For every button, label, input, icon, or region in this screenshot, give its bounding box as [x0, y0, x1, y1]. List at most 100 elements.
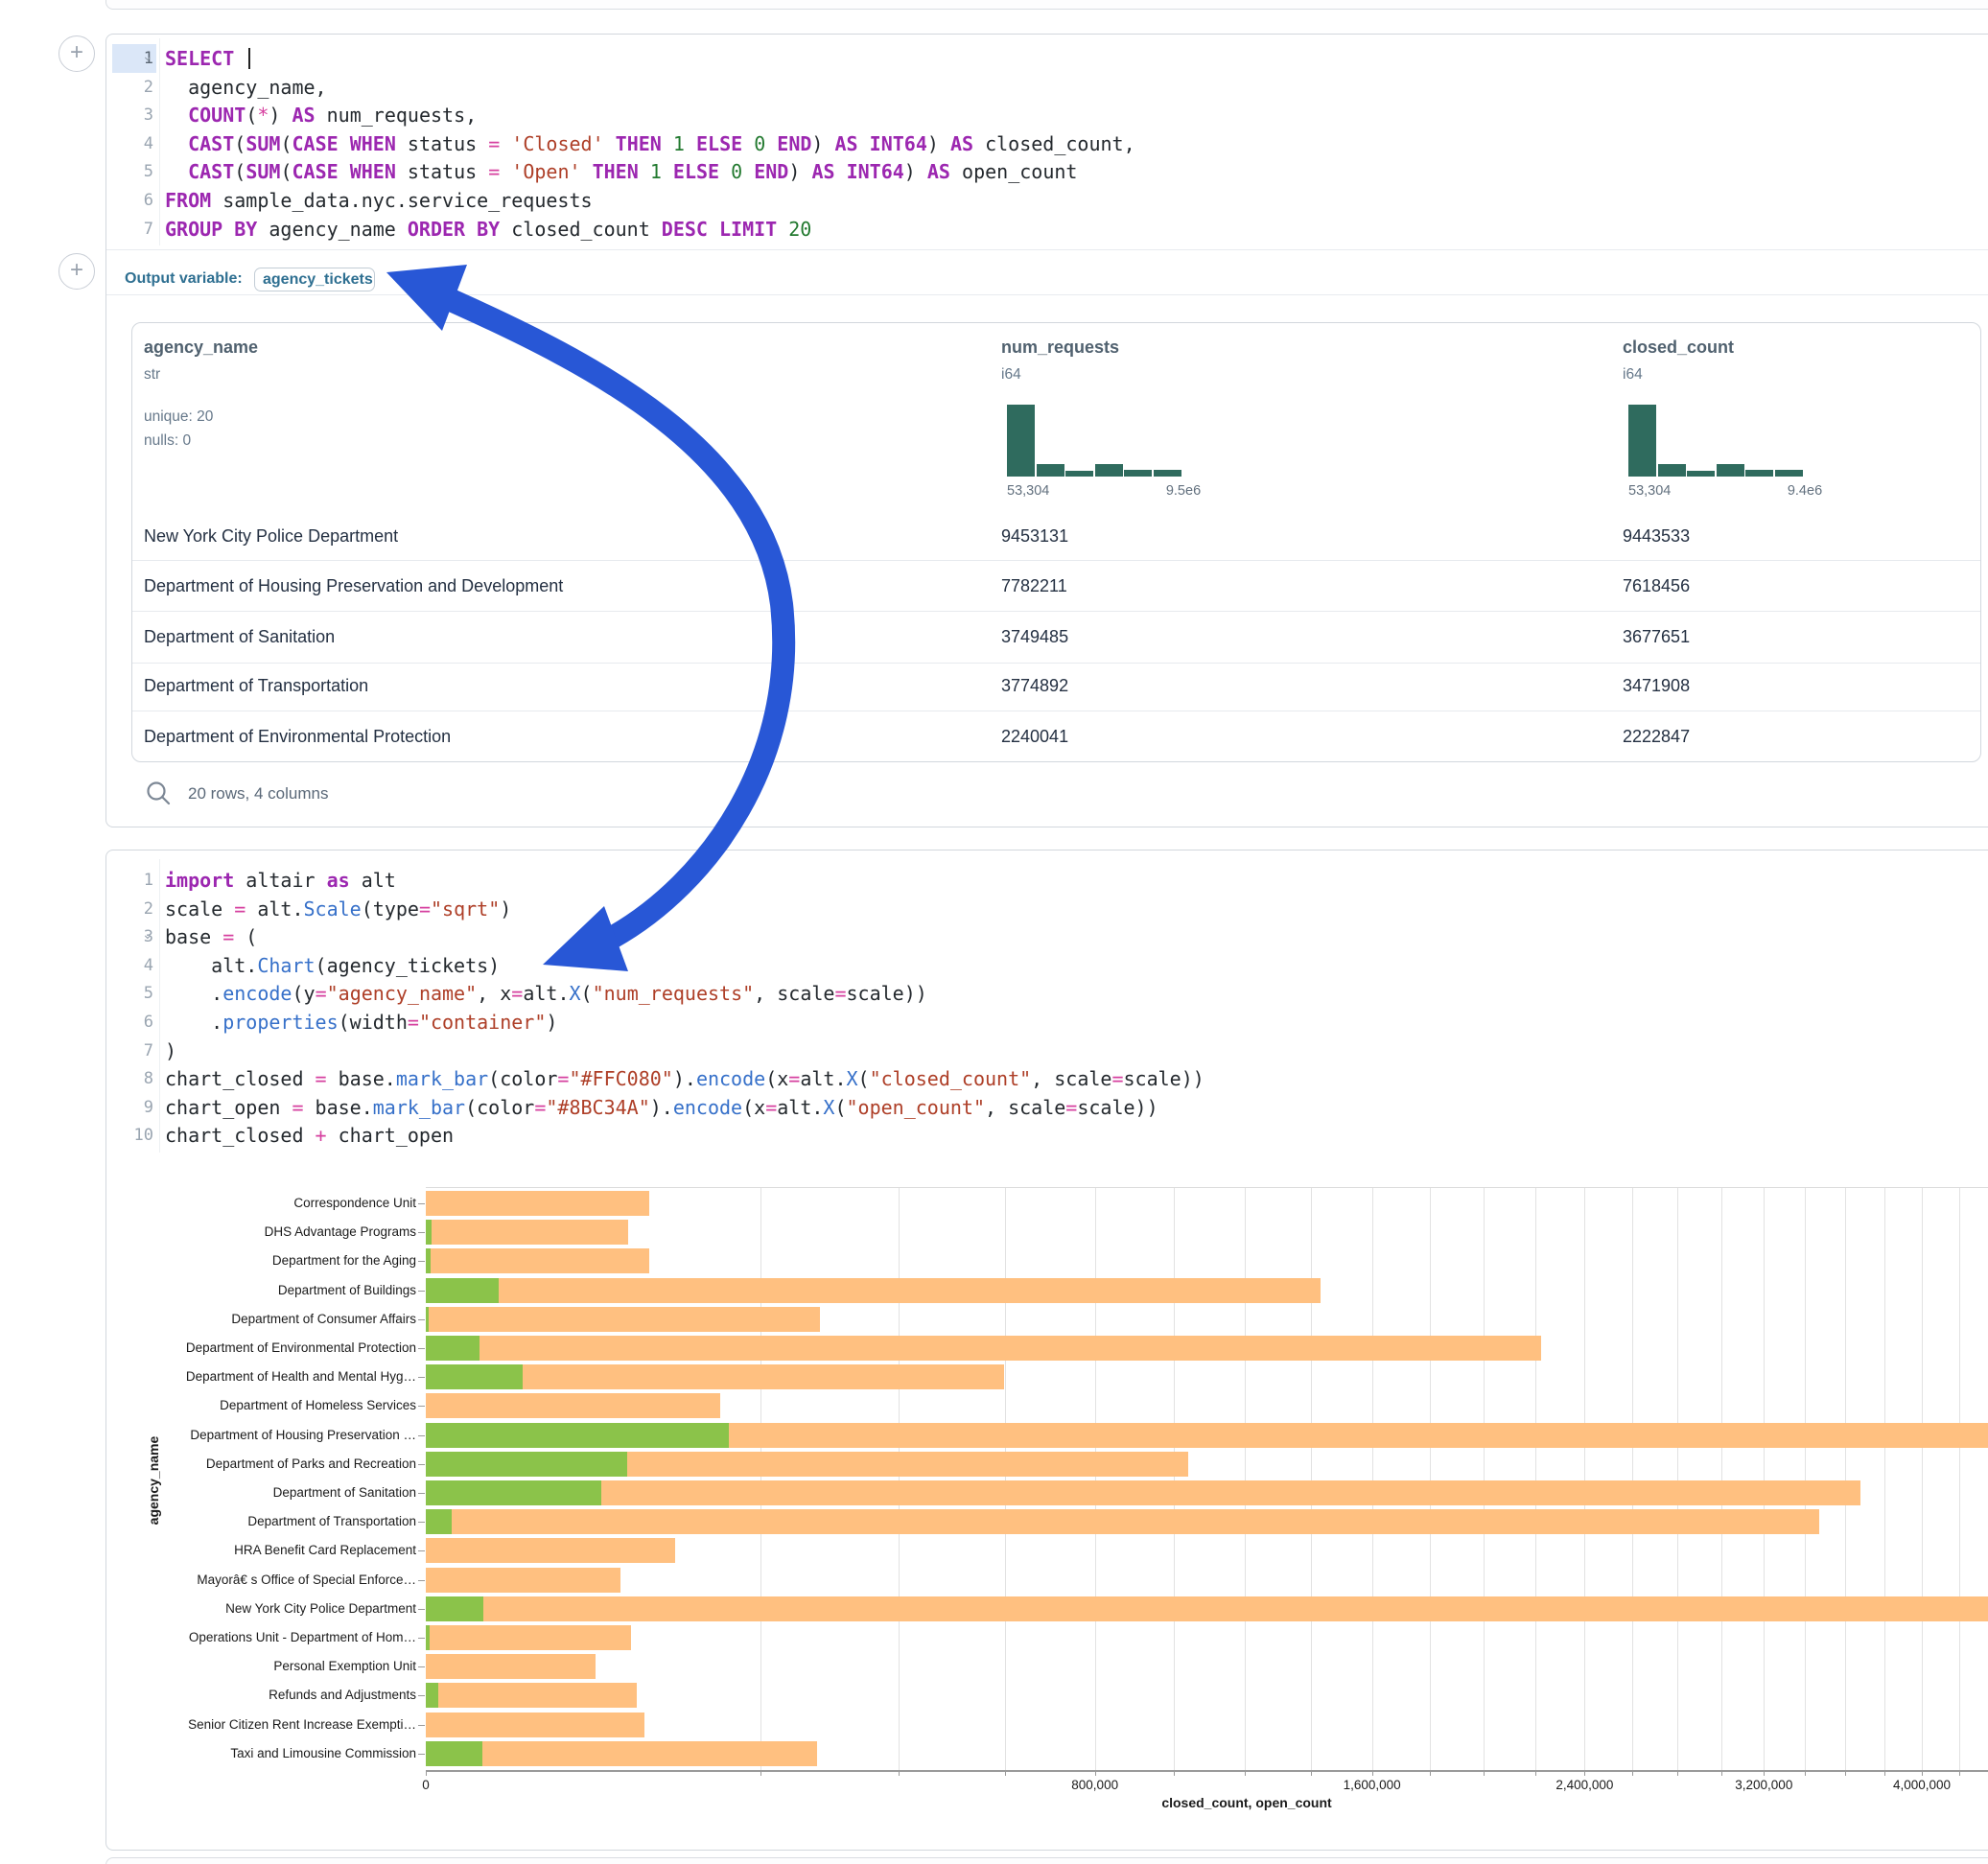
bar-closed-count [426, 1480, 1860, 1505]
x-axis-tick-label: 4,000,000 [1893, 1778, 1951, 1792]
x-axis-tick [1372, 1771, 1373, 1776]
next-cell-edge [105, 1857, 1988, 1864]
y-axis-label: Department of Homeless Services [129, 1398, 416, 1412]
y-axis-label: Refunds and Adjustments [129, 1688, 416, 1702]
y-axis-label: HRA Benefit Card Replacement [129, 1543, 416, 1557]
y-axis-tick [418, 1609, 425, 1610]
gridline [1005, 1188, 1006, 1770]
gridline [1174, 1188, 1175, 1770]
y-axis-tick [418, 1550, 425, 1551]
bar-closed-count [426, 1654, 596, 1679]
y-axis-tick [418, 1261, 425, 1262]
gridline [1805, 1188, 1806, 1770]
bar-open-count [426, 1480, 601, 1505]
x-axis-tick [1584, 1771, 1585, 1776]
x-axis-tick [1535, 1771, 1536, 1776]
y-axis-label: Department of Buildings [129, 1283, 416, 1297]
gridline [1677, 1188, 1678, 1770]
y-axis-label: Senior Citizen Rent Increase Exempti… [129, 1717, 416, 1732]
x-axis-tick [1484, 1771, 1485, 1776]
x-axis-tick [1884, 1771, 1885, 1776]
bar-closed-count [426, 1741, 817, 1766]
bar-open-count [426, 1509, 452, 1534]
gridline [899, 1188, 900, 1770]
gridline [1764, 1188, 1765, 1770]
y-axis-label: Mayorâ€ s Office of Special Enforce… [129, 1573, 416, 1587]
x-axis-tick [1805, 1771, 1806, 1776]
gridline [1584, 1188, 1585, 1770]
y-axis-tick [418, 1435, 425, 1436]
x-axis-tick [1922, 1771, 1923, 1776]
x-axis-tick [1764, 1771, 1765, 1776]
bar-closed-count [426, 1713, 644, 1737]
x-axis-tick [899, 1771, 900, 1776]
y-axis-label: Taxi and Limousine Commission [129, 1746, 416, 1760]
x-axis-tick [1245, 1771, 1246, 1776]
bar-open-count [426, 1248, 431, 1273]
bar-open-count [426, 1423, 729, 1448]
plot-top-border [426, 1187, 1988, 1188]
y-axis-label: Correspondence Unit [129, 1196, 416, 1210]
bar-closed-count [426, 1278, 1321, 1303]
x-axis-tick [1005, 1771, 1006, 1776]
bar-open-count [426, 1452, 627, 1477]
gridline [1884, 1188, 1885, 1770]
y-axis-label: Department of Parks and Recreation [129, 1456, 416, 1471]
y-axis-tick [418, 1406, 425, 1407]
bar-closed-count [426, 1336, 1541, 1361]
bar-closed-count [426, 1393, 720, 1418]
x-axis-tick-label: 1,600,000 [1344, 1778, 1401, 1792]
y-axis-tick [418, 1666, 425, 1667]
gridline [1959, 1188, 1960, 1770]
x-axis-tick-label: 0 [422, 1778, 430, 1792]
y-axis-tick [418, 1493, 425, 1494]
x-axis-line [426, 1770, 1988, 1772]
y-axis-label: Personal Exemption Unit [129, 1659, 416, 1673]
y-axis-tick [418, 1464, 425, 1465]
bar-closed-count [426, 1683, 637, 1708]
x-axis-tick [1174, 1771, 1175, 1776]
bar-closed-count [426, 1538, 675, 1563]
gridline [1484, 1188, 1485, 1770]
notebook-page: + + 1⌄SELECT2 agency_name,3 COUNT(*) AS … [0, 0, 1988, 1864]
y-axis-tick [418, 1203, 425, 1204]
y-axis-label: Department of Environmental Protection [129, 1340, 416, 1355]
y-axis-label: Operations Unit - Department of Hom… [129, 1630, 416, 1644]
y-axis-tick [418, 1695, 425, 1696]
x-axis-tick-label: 800,000 [1071, 1778, 1118, 1792]
y-axis-tick [418, 1754, 425, 1755]
bar-open-count [426, 1364, 523, 1389]
chart-x-axis-title: closed_count, open_count [1161, 1795, 1331, 1810]
x-axis-tick [1430, 1771, 1431, 1776]
gridline [1372, 1188, 1373, 1770]
bar-open-count [426, 1741, 482, 1766]
y-axis-label: Department of Housing Preservation … [129, 1428, 416, 1442]
bar-closed-count [426, 1307, 820, 1332]
bar-open-count [426, 1625, 430, 1650]
gridline [1845, 1188, 1846, 1770]
x-axis-tick [1311, 1771, 1312, 1776]
x-axis-tick [1095, 1771, 1096, 1776]
bar-open-count [426, 1683, 438, 1708]
chart-y-axis-title: agency_name [146, 1433, 161, 1528]
y-axis-tick [418, 1319, 425, 1320]
y-axis-tick [418, 1348, 425, 1349]
gridline [1245, 1188, 1246, 1770]
y-axis-tick [418, 1232, 425, 1233]
gridline [1922, 1188, 1923, 1770]
y-axis-label: New York City Police Department [129, 1601, 416, 1616]
x-axis-tick [1632, 1771, 1633, 1776]
x-axis-tick [1959, 1771, 1960, 1776]
gridline [1721, 1188, 1722, 1770]
y-axis-tick [418, 1377, 425, 1378]
y-axis-label: Department of Transportation [129, 1514, 416, 1528]
gridline [760, 1188, 761, 1770]
y-axis-tick [418, 1638, 425, 1639]
y-axis-label: Department of Health and Mental Hyg… [129, 1369, 416, 1384]
y-axis-label: DHS Advantage Programs [129, 1224, 416, 1239]
y-axis-tick [418, 1580, 425, 1581]
bar-open-count [426, 1278, 499, 1303]
y-axis-tick [418, 1725, 425, 1726]
y-axis-tick [418, 1291, 425, 1292]
bar-open-count [426, 1336, 479, 1361]
